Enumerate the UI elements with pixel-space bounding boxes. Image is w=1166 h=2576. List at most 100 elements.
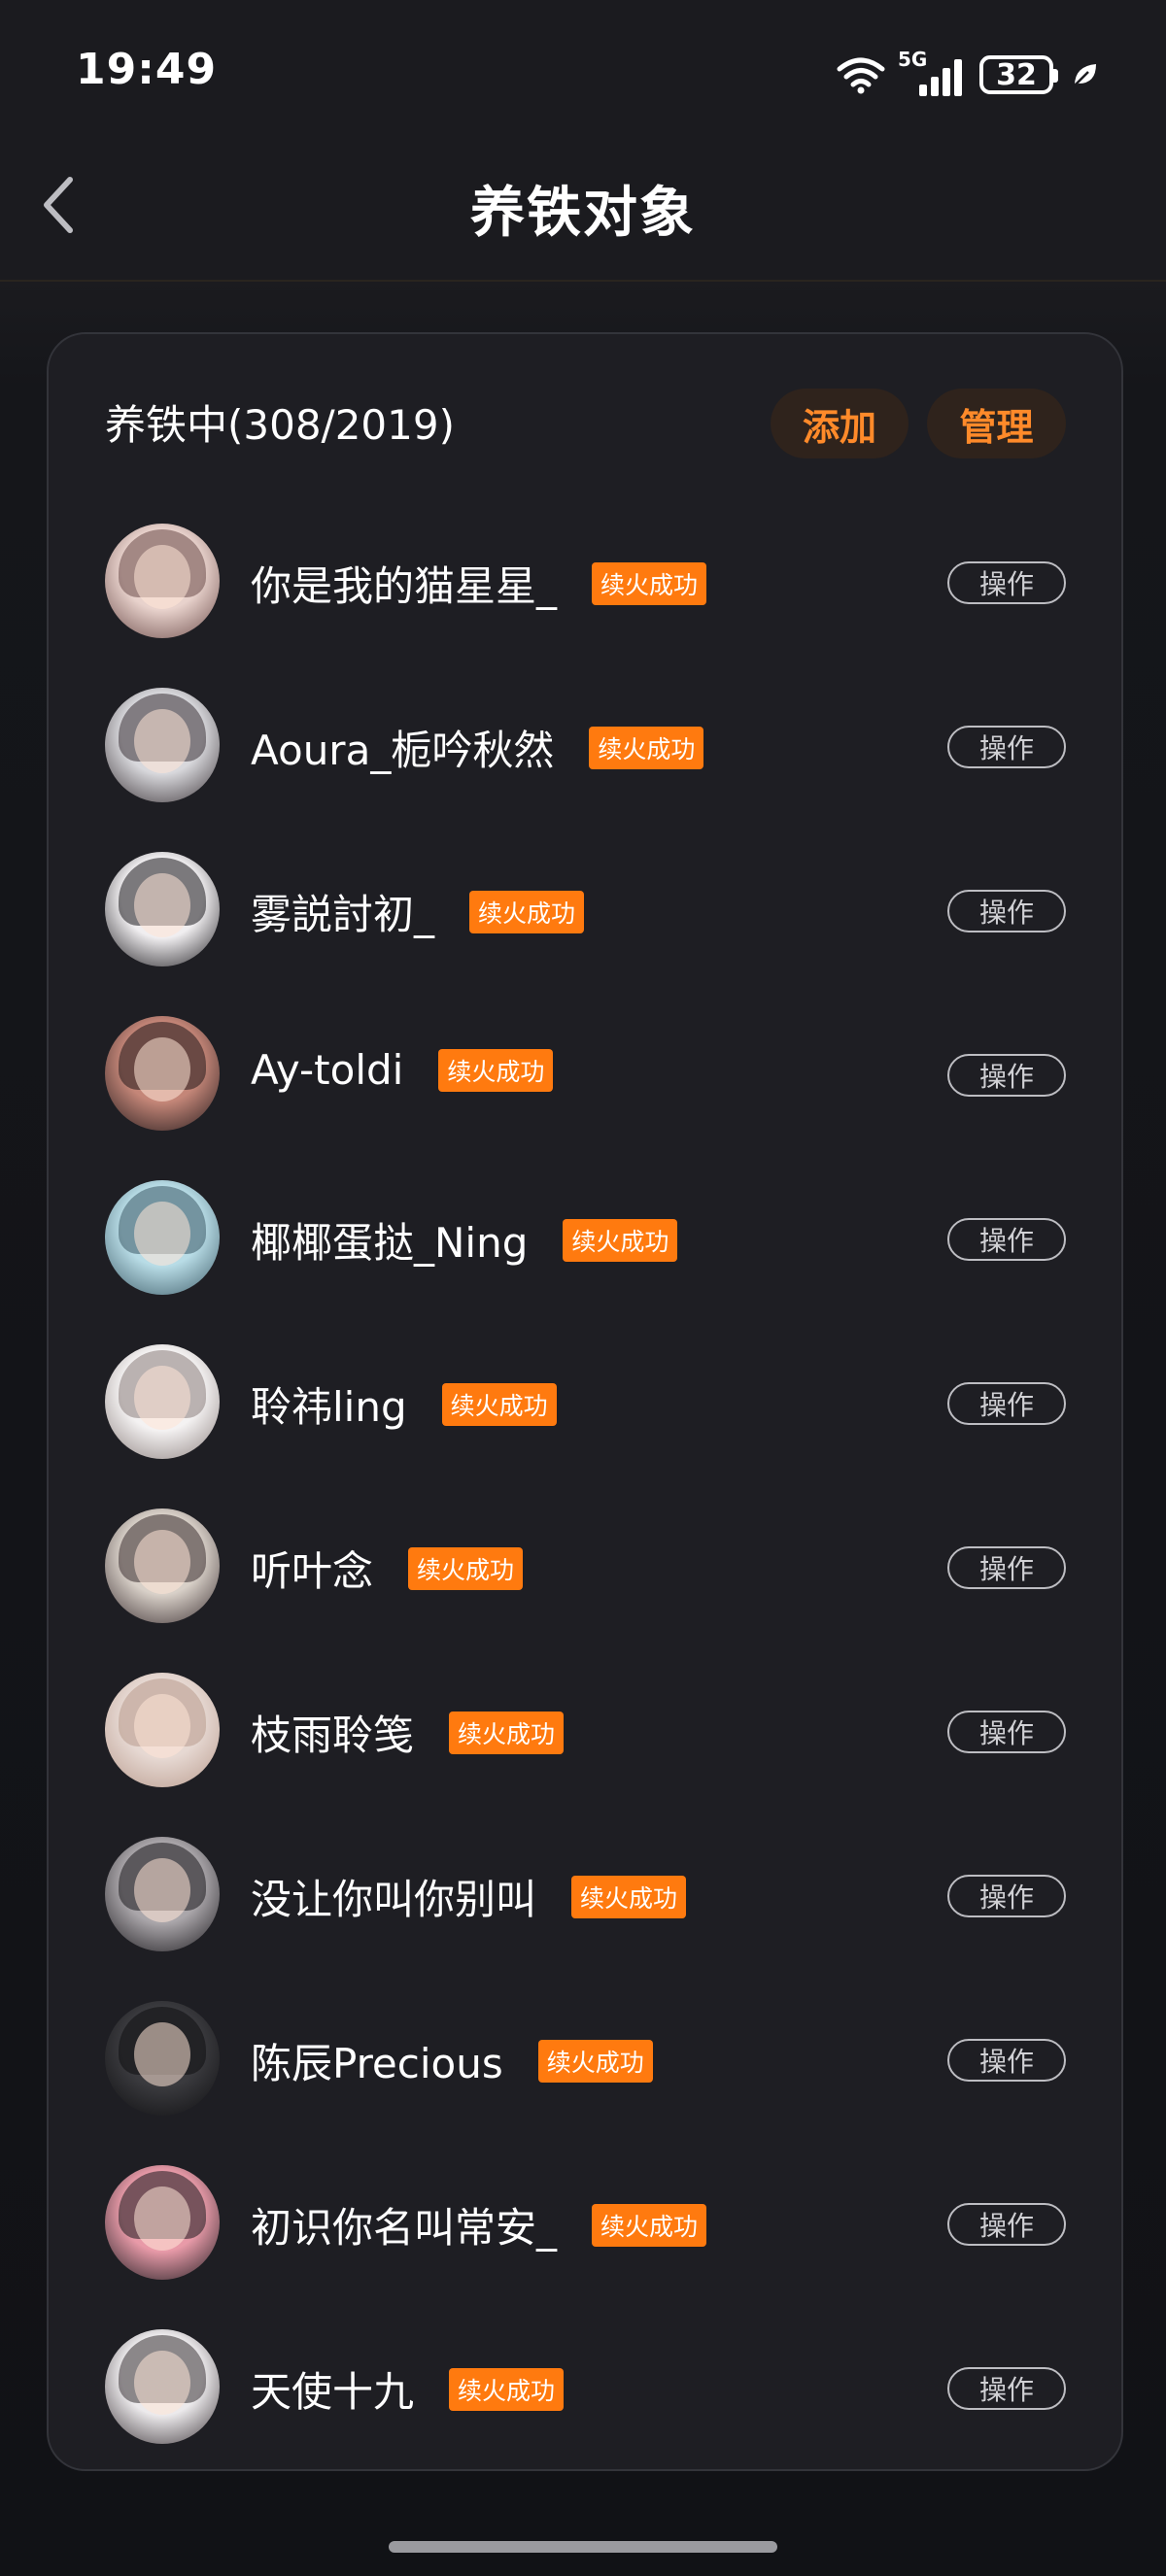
list-item[interactable]: 雾説討初_ 续火成功 操作 [49, 828, 1125, 992]
list-item[interactable]: 椰椰蛋挞_Ning 续火成功 操作 [49, 1156, 1125, 1320]
screen: 19:49 5G 32 养铁对象 养铁中(308/2019) 添加 管理 你是我… [0, 0, 1166, 2576]
battery-level: 32 [996, 57, 1037, 92]
battery-icon: 32 [979, 55, 1058, 94]
contact-name-row: 听叶念 续火成功 [251, 1539, 524, 1598]
contact-name[interactable]: 椰椰蛋挞_Ning [251, 1210, 528, 1270]
list-item[interactable]: 听叶念 续火成功 操作 [49, 1484, 1125, 1648]
contact-name-row: 雾説討初_ 续火成功 [251, 882, 585, 941]
avatar-face [134, 545, 190, 609]
wifi-icon [837, 57, 885, 94]
manage-button[interactable]: 管理 [927, 389, 1066, 458]
status-badge: 续火成功 [589, 726, 704, 769]
add-button[interactable]: 添加 [771, 389, 909, 458]
action-button[interactable]: 操作 [947, 1711, 1066, 1753]
status-badge: 续火成功 [438, 1048, 554, 1092]
status-badge: 续火成功 [537, 2039, 653, 2083]
contact-name[interactable]: Ay-toldi [251, 1046, 403, 1094]
avatar[interactable] [105, 1837, 220, 1951]
list-item[interactable]: 初识你名叫常安_ 续火成功 操作 [49, 2141, 1125, 2305]
leaf-icon [1074, 64, 1096, 86]
contact-name-row: 初识你名叫常安_ 续火成功 [251, 2195, 707, 2254]
contact-name-row: 椰椰蛋挞_Ning 续火成功 [251, 1210, 678, 1270]
contact-name-row: 枝雨聆笺 续火成功 [251, 1703, 565, 1762]
avatar[interactable] [105, 1508, 220, 1623]
status-badge: 续火成功 [408, 1546, 524, 1590]
avatar-face [134, 1037, 190, 1102]
avatar-face [134, 1858, 190, 1922]
avatar-face [134, 1202, 190, 1266]
avatar-face [134, 709, 190, 773]
avatar[interactable] [105, 524, 220, 638]
status-icons: 5G 32 [836, 48, 1100, 99]
list-item[interactable]: 枝雨聆笺 续火成功 操作 [49, 1648, 1125, 1813]
contact-name[interactable]: 枝雨聆笺 [251, 1703, 414, 1762]
avatar[interactable] [105, 1344, 220, 1459]
contact-name-row: Ay-toldi 续火成功 [251, 1046, 554, 1094]
avatar-face [134, 2186, 190, 2251]
contact-name[interactable]: 天使十九 [251, 2359, 414, 2419]
status-badge: 续火成功 [449, 2367, 565, 2411]
contact-name[interactable]: 陈辰Precious [251, 2031, 503, 2090]
avatar[interactable] [105, 1673, 220, 1787]
status-badge: 续火成功 [449, 1711, 565, 1754]
contact-name-row: 没让你叫你别叫 续火成功 [251, 1867, 687, 1926]
list-item[interactable]: 你是我的猫星星_ 续火成功 操作 [49, 499, 1125, 663]
list-item[interactable]: Ay-toldi 续火成功 操作 [49, 992, 1125, 1156]
contact-name[interactable]: 你是我的猫星星_ [251, 554, 557, 613]
list-item[interactable]: 没让你叫你别叫 续火成功 操作 [49, 1813, 1125, 1977]
action-button[interactable]: 操作 [947, 561, 1066, 604]
status-badge: 续火成功 [563, 1218, 678, 1262]
cellular-signal: 5G [898, 48, 968, 96]
status-badge: 续火成功 [469, 890, 585, 933]
header: 养铁对象 [0, 146, 1166, 282]
action-button[interactable]: 操作 [947, 890, 1066, 932]
contact-name-row: 聆祎ling 续火成功 [251, 1374, 557, 1434]
avatar[interactable] [105, 688, 220, 802]
list-item[interactable]: 陈辰Precious 续火成功 操作 [49, 1977, 1125, 2141]
action-button[interactable]: 操作 [947, 1054, 1066, 1097]
contact-name-row: 你是我的猫星星_ 续火成功 [251, 554, 707, 613]
avatar-face [134, 873, 190, 937]
contact-name[interactable]: 雾説討初_ [251, 882, 434, 941]
avatar[interactable] [105, 852, 220, 966]
avatar[interactable] [105, 2001, 220, 2116]
status-badge: 续火成功 [592, 561, 707, 605]
contact-list: 你是我的猫星星_ 续火成功 操作 Aoura_栀吟秋然 续火成功 操作 雾説討初_ 续火成功操… [49, 499, 1125, 2469]
status-badge: 续火成功 [592, 2203, 707, 2247]
page-title: 养铁对象 [470, 182, 696, 245]
home-indicator[interactable] [389, 2541, 777, 2553]
list-item[interactable]: 天使十九 续火成功 操作 [49, 2305, 1125, 2469]
action-button[interactable]: 操作 [947, 1218, 1066, 1261]
contact-name-row: 天使十九 续火成功 [251, 2359, 565, 2419]
card-title: 养铁中(308/2019) [105, 401, 455, 449]
list-item[interactable]: Aoura_栀吟秋然 续火成功 操作 [49, 663, 1125, 828]
contact-name[interactable]: Aoura_栀吟秋然 [251, 718, 554, 777]
contacts-card: 养铁中(308/2019) 添加 管理 你是我的猫星星_ 续火成功 操作 Aoura_… [47, 332, 1123, 2471]
action-button[interactable]: 操作 [947, 726, 1066, 768]
action-button[interactable]: 操作 [947, 2367, 1066, 2410]
action-button[interactable]: 操作 [947, 1546, 1066, 1589]
contact-name-row: 陈辰Precious 续火成功 [251, 2031, 653, 2090]
avatar[interactable] [105, 1180, 220, 1295]
status-time: 19:49 [76, 45, 218, 94]
action-button[interactable]: 操作 [947, 1875, 1066, 1917]
avatar-face [134, 2351, 190, 2415]
action-button[interactable]: 操作 [947, 2039, 1066, 2082]
contact-name[interactable]: 初识你名叫常安_ [251, 2195, 557, 2254]
status-badge: 续火成功 [441, 1382, 557, 1426]
avatar[interactable] [105, 2165, 220, 2280]
avatar[interactable] [105, 2329, 220, 2444]
avatar-face [134, 1366, 190, 1430]
avatar[interactable] [105, 1016, 220, 1131]
contact-name[interactable]: 聆祎ling [251, 1374, 407, 1434]
list-item[interactable]: 聆祎ling 续火成功 操作 [49, 1320, 1125, 1484]
action-button[interactable]: 操作 [947, 2203, 1066, 2246]
avatar-face [134, 1530, 190, 1594]
signal-icon [919, 59, 962, 96]
status-bar: 19:49 5G 32 [0, 0, 1166, 146]
contact-name[interactable]: 没让你叫你别叫 [251, 1867, 536, 1926]
action-button[interactable]: 操作 [947, 1382, 1066, 1425]
contact-name-row: Aoura_栀吟秋然 续火成功 [251, 718, 704, 777]
contact-name[interactable]: 听叶念 [251, 1539, 373, 1598]
avatar-face [134, 2022, 190, 2086]
